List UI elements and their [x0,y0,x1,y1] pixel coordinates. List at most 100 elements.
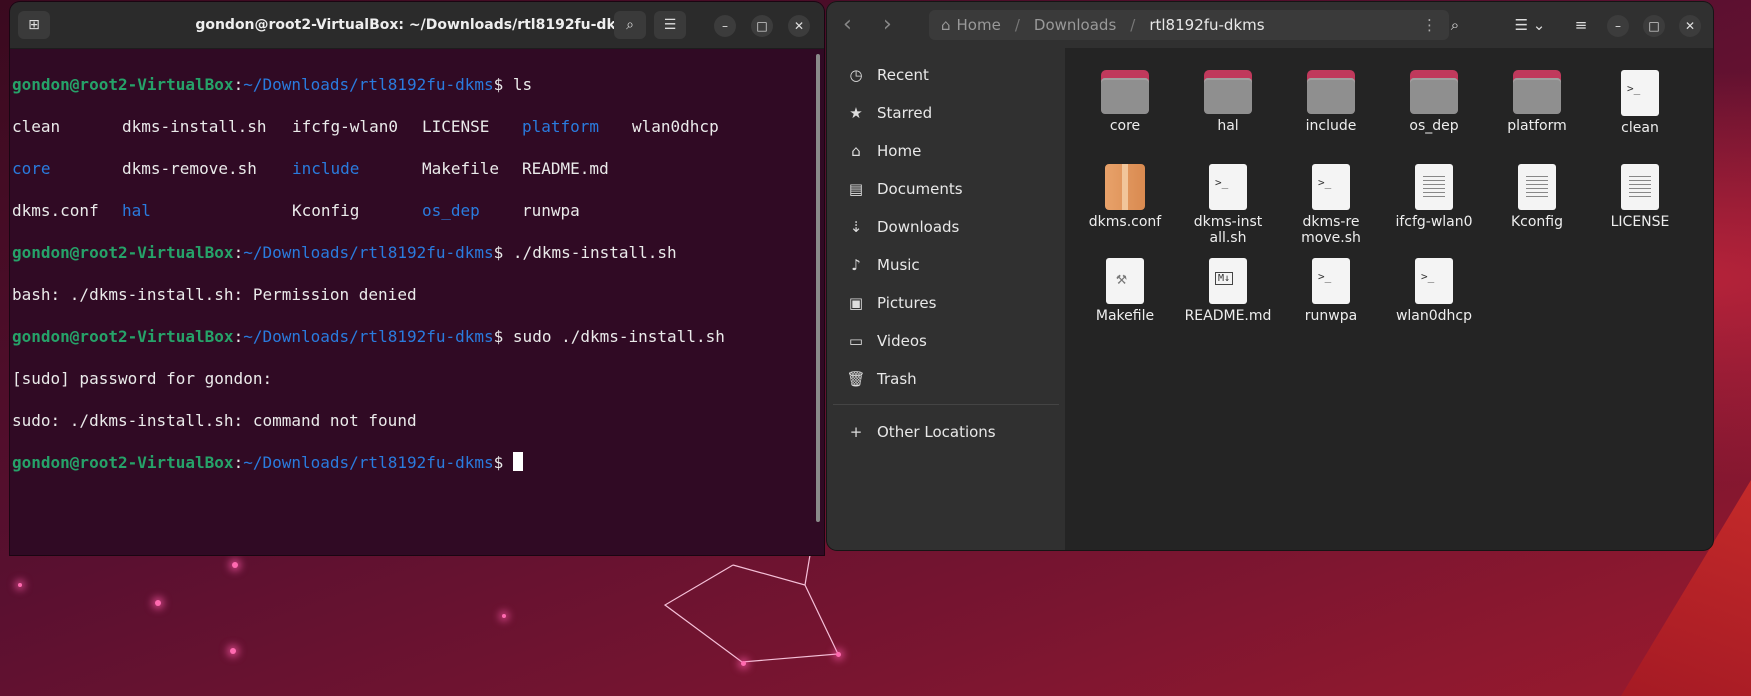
terminal-close-button[interactable]: ✕ [788,15,810,37]
breadcrumb[interactable]: ⌂ Home / Downloads / rtl8192fu-dkms ⋮ [929,10,1449,40]
markdown-file-icon: M↓ [1209,258,1247,304]
file-item[interactable]: include [1279,70,1383,134]
terminal-scrollbar[interactable] [816,54,820,522]
home-icon: ⌂ [941,16,951,34]
prompt-path: ~/Downloads/rtl8192fu-dkms [243,327,494,346]
terminal-window[interactable]: ⊞ gondon@root2-VirtualBox: ~/Downloads/r… [10,2,824,555]
terminal-titlebar[interactable]: ⊞ gondon@root2-VirtualBox: ~/Downloads/r… [10,2,824,49]
terminal-line: gondon@root2-VirtualBox:~/Downloads/rtl8… [12,243,677,262]
back-arrow-icon[interactable]: ‹ [843,2,852,48]
file-name: dkms-remove.sh [1301,214,1361,246]
ls-row: core dkms-remove.sh include Makefile README.… [12,158,822,179]
terminal-line: gondon@root2-VirtualBox:~/Downloads/rtl8… [12,452,822,473]
terminal-output[interactable]: gondon@root2-VirtualBox:~/Downloads/rtl8… [10,49,824,519]
sidebar-item-pictures[interactable]: ▣ Pictures [827,284,1065,322]
file-item[interactable]: ⚒ Makefile [1073,258,1177,324]
file-item[interactable]: dkms.conf [1073,164,1177,230]
file-item[interactable]: core [1073,70,1177,134]
file-item[interactable]: >_ clean [1588,70,1692,136]
file-item[interactable]: LICENSE [1588,164,1692,230]
file-name: hal [1217,118,1239,134]
sidebar-item-label: Pictures [877,294,937,312]
prompt-user: gondon@root2-VirtualBox [12,243,234,262]
file-item[interactable]: os_dep [1382,70,1486,134]
sidebar-item-music[interactable]: ♪ Music [827,246,1065,284]
file-name: README.md [1184,308,1272,324]
command-text: sudo ./dkms-install.sh [512,327,725,346]
plus-icon: + [849,423,863,441]
wallpaper-star [230,648,236,654]
command-text: ls [512,75,533,94]
sidebar-item-recent[interactable]: ◷ Recent [827,56,1065,94]
terminal-search-button[interactable]: ⌕ [614,11,646,39]
file-item[interactable]: >_ wlan0dhcp [1382,258,1486,324]
forward-arrow-icon[interactable]: › [883,2,892,48]
file-item[interactable]: ifcfg-wlan0 [1382,164,1486,230]
sidebar-item-label: Other Locations [877,423,996,441]
ls-entry: include [292,159,360,178]
sidebar-item-documents[interactable]: ▤ Documents [827,170,1065,208]
sidebar-item-other-locations[interactable]: + Other Locations [827,413,1065,451]
file-item[interactable]: M↓ README.md [1176,258,1280,324]
script-file-icon: >_ [1209,164,1247,210]
file-item[interactable]: platform [1485,70,1589,134]
close-icon: ✕ [1684,19,1696,33]
file-item[interactable]: >_ dkms-remove.sh [1279,164,1383,246]
sidebar-item-trash[interactable]: 🗑 Trash [827,360,1065,398]
terminal-maximize-button[interactable]: □ [751,15,773,37]
file-name: include [1305,118,1357,134]
terminal-title: gondon@root2-VirtualBox: ~/Downloads/rtl… [195,17,639,33]
more-vertical-icon[interactable]: ⋮ [1422,16,1437,34]
sidebar-item-label: Downloads [877,218,960,236]
terminal-menu-button[interactable]: ☰ [654,11,686,39]
prompt-path: ~/Downloads/rtl8192fu-dkms [243,243,494,262]
list-view-icon: ☰ ⌄ [1514,16,1546,34]
sidebar-item-label: Trash [877,370,917,388]
sidebar-item-home[interactable]: ⌂ Home [827,132,1065,170]
output-line: [sudo] password for gondon: [12,369,273,388]
files-minimize-button[interactable]: – [1607,15,1629,37]
file-grid[interactable]: core hal include os_dep platform >_ clean dkms.… [1065,48,1713,550]
file-item[interactable]: >_ runwpa [1279,258,1383,324]
sidebar-item-label: Starred [877,104,933,122]
file-name: wlan0dhcp [1395,308,1473,324]
files-close-button[interactable]: ✕ [1679,15,1701,37]
sidebar-item-videos[interactable]: ▭ Videos [827,322,1065,360]
minimize-icon: – [722,19,728,33]
files-maximize-button[interactable]: □ [1643,15,1665,37]
star-icon: ★ [849,104,863,122]
ls-entry: wlan0dhcp [632,117,719,136]
terminal-minimize-button[interactable]: – [714,15,736,37]
folder-icon [1101,70,1149,114]
view-toggle-button[interactable]: ☰ ⌄ [1503,10,1557,40]
files-search-button[interactable]: ⌕ [1439,10,1471,40]
package-icon [1105,164,1145,210]
hamburger-icon: ≡ [1574,16,1588,34]
sidebar-item-label: Recent [877,66,929,84]
files-menu-button[interactable]: ≡ [1565,10,1597,40]
file-item[interactable]: >_ dkms-install.sh [1176,164,1280,246]
ls-entry: README.md [522,159,609,178]
text-file-icon [1415,164,1453,210]
files-headerbar[interactable]: ‹ › ⌂ Home / Downloads / rtl8192fu-dkms … [827,2,1713,48]
breadcrumb-current[interactable]: rtl8192fu-dkms [1149,16,1264,34]
breadcrumb-separator: / [1130,16,1136,34]
prompt-user: gondon@root2-VirtualBox [12,453,234,472]
makefile-icon: ⚒ [1106,258,1144,304]
maximize-icon: □ [1648,19,1660,33]
file-name: core [1109,118,1141,134]
terminal-line: gondon@root2-VirtualBox:~/Downloads/rtl8… [12,327,725,346]
breadcrumb-home[interactable]: Home [957,16,1001,34]
wallpaper-star [502,614,506,618]
sidebar-item-downloads[interactable]: ⇣ Downloads [827,208,1065,246]
file-item[interactable]: Kconfig [1485,164,1589,230]
breadcrumb-downloads[interactable]: Downloads [1034,16,1116,34]
file-name: Makefile [1095,308,1155,324]
sidebar-item-label: Videos [877,332,927,350]
terminal-line: gondon@root2-VirtualBox:~/Downloads/rtl8… [12,75,533,94]
sidebar-item-starred[interactable]: ★ Starred [827,94,1065,132]
script-file-icon: >_ [1312,164,1350,210]
maximize-icon: □ [756,19,768,33]
file-item[interactable]: hal [1176,70,1280,134]
files-window[interactable]: ‹ › ⌂ Home / Downloads / rtl8192fu-dkms … [827,2,1713,550]
